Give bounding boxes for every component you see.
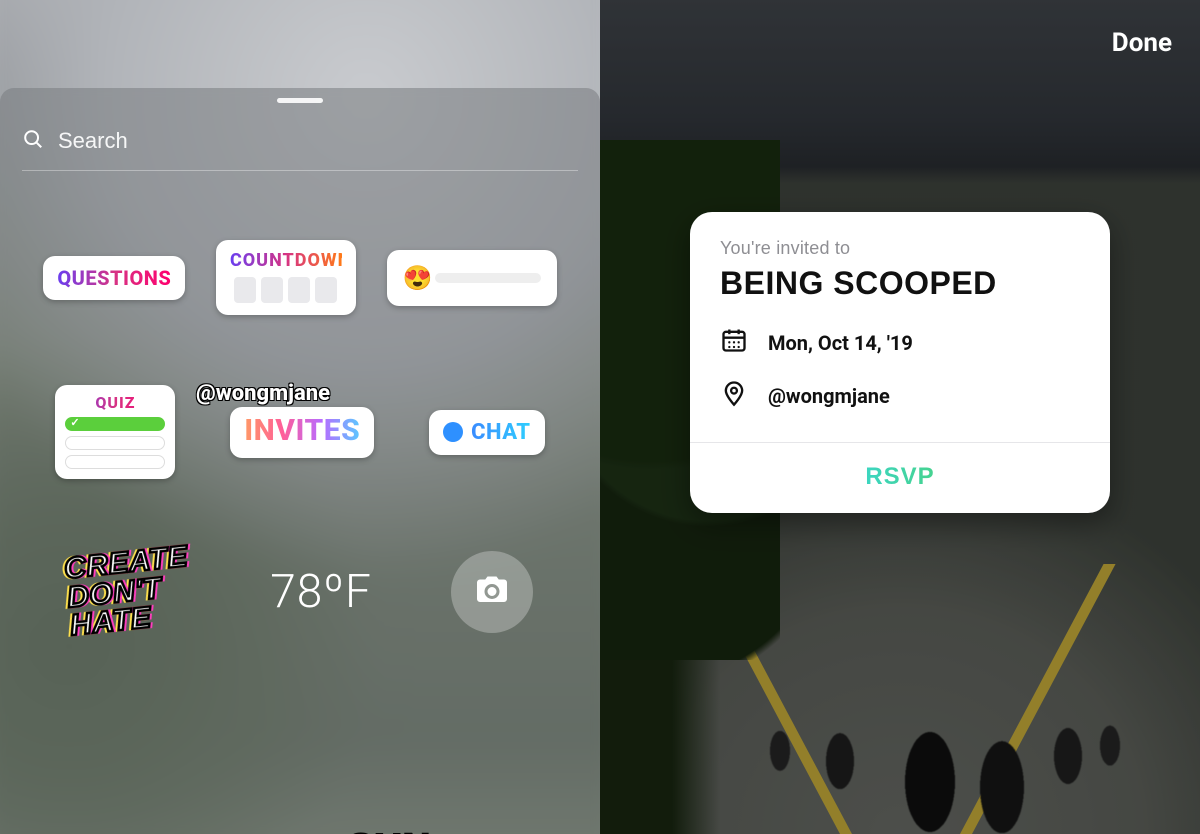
invite-card-body: You're invited to BEING SCOOPED Mon, Oct… xyxy=(690,212,1110,442)
sticker-camera-selfie[interactable] xyxy=(451,551,533,633)
rsvp-button[interactable]: RSVP xyxy=(690,443,1110,513)
quiz-option xyxy=(65,436,165,450)
sticker-emoji-slider[interactable]: 😍 xyxy=(387,250,557,306)
invite-date: Mon, Oct 14, '19 xyxy=(768,331,913,355)
heart-eyes-emoji-icon: 😍 xyxy=(403,264,433,292)
quiz-option-correct xyxy=(65,417,165,431)
sticker-grid[interactable]: QUESTIONS COUNTDOWN 😍 @wongmjane QUIZ xyxy=(0,210,600,834)
slider-track xyxy=(435,273,541,283)
invite-location: @wongmjane xyxy=(768,384,890,408)
sticker-questions[interactable]: QUESTIONS xyxy=(43,256,185,300)
sticker-chat[interactable]: CHAT xyxy=(429,410,544,455)
sticker-invites[interactable]: INVITES xyxy=(230,407,374,458)
mention-watermark: @wongmjane xyxy=(196,381,330,406)
sticker-quiz[interactable]: QUIZ xyxy=(55,385,175,479)
sticker-temperature[interactable]: 78ºF xyxy=(270,565,372,619)
story-invite-screen: Done You're invited to BEING SCOOPED Mon… xyxy=(600,0,1200,834)
invite-card[interactable]: You're invited to BEING SCOOPED Mon, Oct… xyxy=(690,212,1110,513)
invite-pretitle: You're invited to xyxy=(720,238,1080,259)
countdown-slots xyxy=(230,277,342,303)
sticker-countdown[interactable]: COUNTDOWN xyxy=(216,240,356,315)
search-icon xyxy=(22,128,44,154)
invite-title[interactable]: BEING SCOOPED xyxy=(720,265,1080,302)
sticker-tray-screen: QUESTIONS COUNTDOWN 😍 @wongmjane QUIZ xyxy=(0,0,600,834)
search-input[interactable] xyxy=(58,128,578,154)
done-button[interactable]: Done xyxy=(1112,28,1172,58)
sheet-grip-handle[interactable] xyxy=(277,98,323,103)
app-root: QUESTIONS COUNTDOWN 😍 @wongmjane QUIZ xyxy=(0,0,1200,834)
invite-date-row[interactable]: Mon, Oct 14, '19 xyxy=(720,326,1080,359)
search-row xyxy=(22,128,578,171)
calendar-icon xyxy=(720,326,748,359)
invite-location-row[interactable]: @wongmjane xyxy=(720,379,1080,412)
location-pin-icon xyxy=(720,379,748,412)
camera-icon xyxy=(474,572,510,612)
chat-bubble-icon xyxy=(443,422,463,442)
countdown-label: COUNTDOWN xyxy=(230,250,342,271)
quiz-option xyxy=(65,455,165,469)
sticker-create-dont-hate[interactable]: CREATE DON'T HATE xyxy=(63,543,195,641)
quiz-label: QUIZ xyxy=(65,393,165,412)
